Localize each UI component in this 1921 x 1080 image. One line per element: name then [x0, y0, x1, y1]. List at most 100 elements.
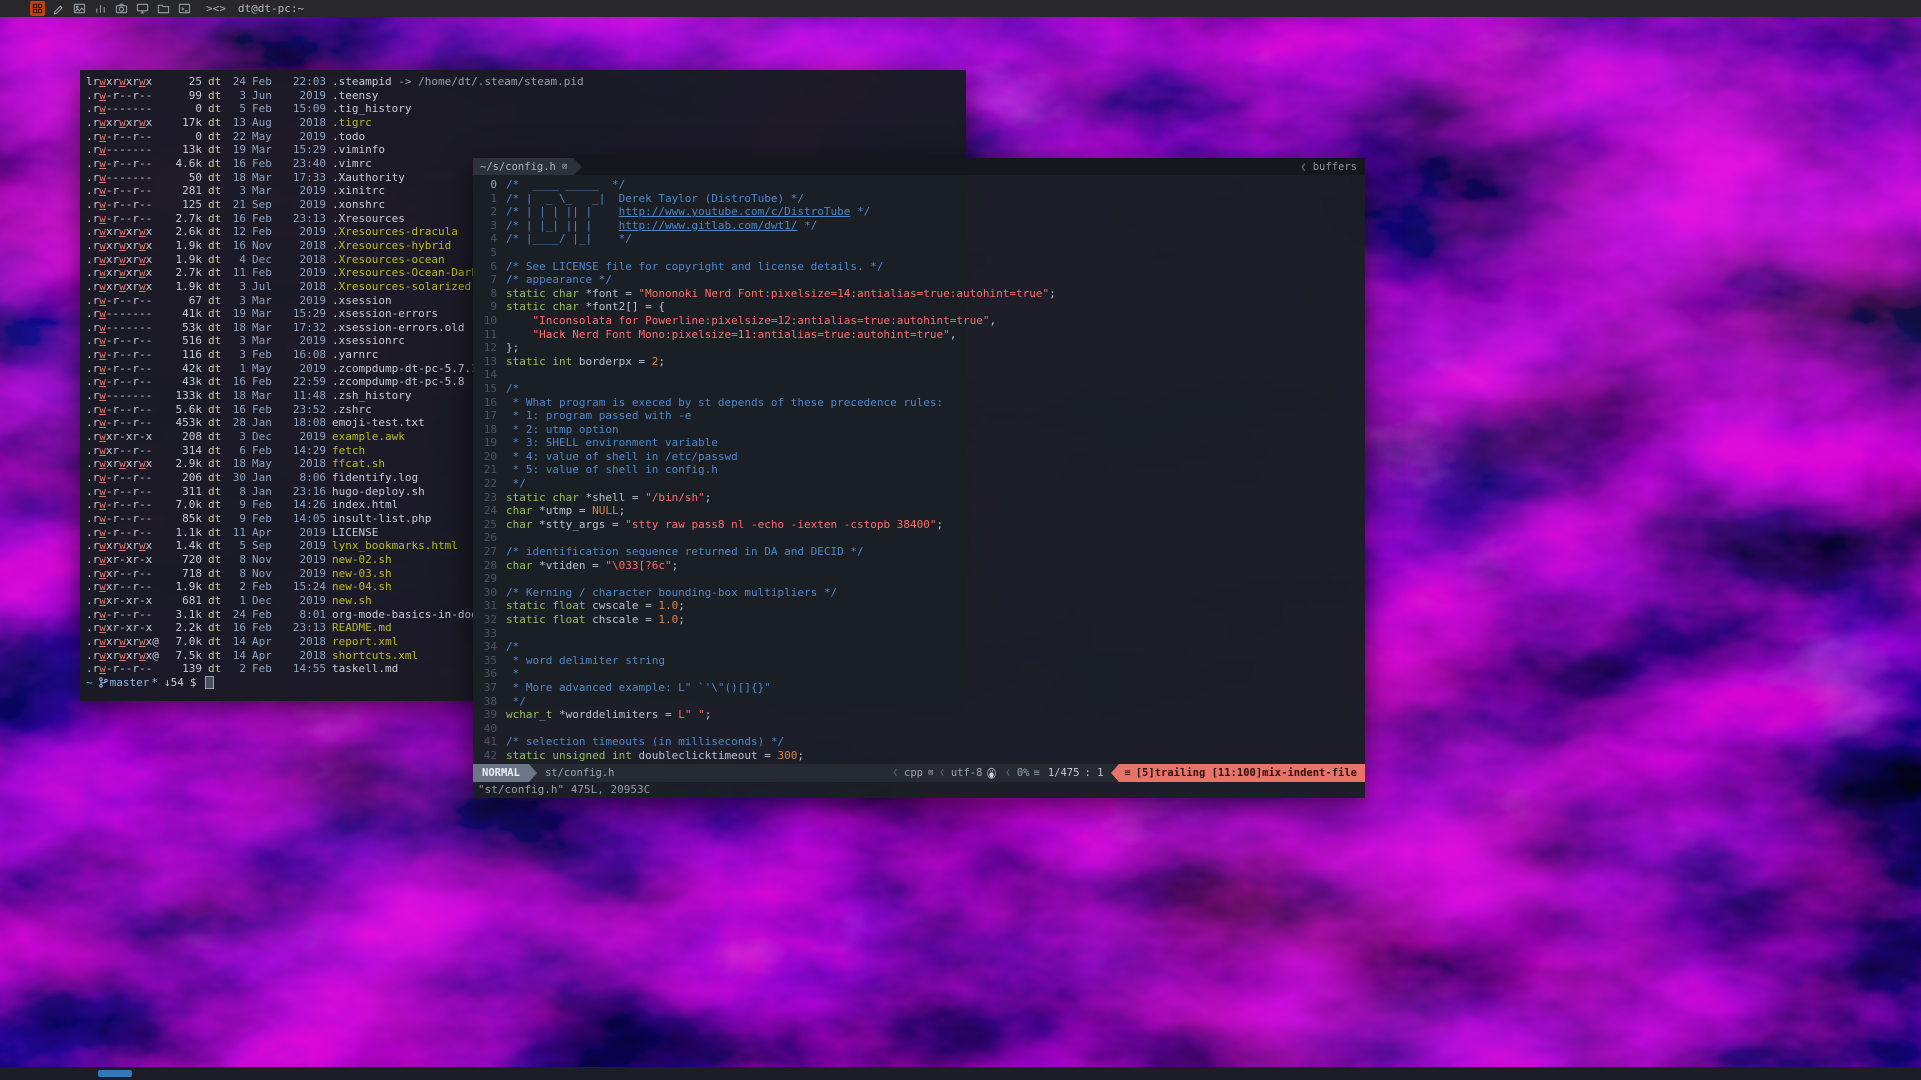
code-line: 6/* See LICENSE file for copyright and l… — [477, 260, 1365, 274]
lint-warnings: [5]trailing [11:100]mix-indent-file — [1136, 764, 1357, 782]
lines-icon: ≡ — [1034, 764, 1040, 782]
code-line: 24char *utmp = NULL; — [477, 504, 1365, 518]
code-line: 33 — [477, 627, 1365, 641]
filetype-label: cpp — [904, 764, 923, 782]
code-line: 7/* appearance */ — [477, 273, 1365, 287]
code-line: 14 — [477, 368, 1365, 382]
chevron-left-icon: ❮ — [939, 764, 944, 782]
code-line: 40 — [477, 722, 1365, 736]
code-line: 3/* | |_| || | http://www.gitlab.com/dwt… — [477, 219, 1365, 233]
file-row: .rw-r--r--0dt22May2019.todo — [86, 130, 966, 144]
code-line: 19 * 3: SHELL environment variable — [477, 436, 1365, 450]
camera-icon[interactable] — [114, 1, 129, 16]
code-line: 8static char *font = "Mononoki Nerd Font… — [477, 287, 1365, 301]
branch-star: * — [151, 676, 158, 690]
encoding-label: utf-8 — [951, 764, 983, 782]
code-line: 37 * More advanced example: L" `'\"()[]{… — [477, 681, 1365, 695]
file-name: .steampid -> /home/dt/.steam/steam.pid — [332, 75, 966, 89]
cursor-column: : 1 — [1084, 764, 1103, 782]
cursor-position: 1/475 — [1048, 764, 1080, 782]
lint-warning-segment: ≡ [5]trailing [11:100]mix-indent-file — [1119, 764, 1365, 782]
scroll-percent: 0% — [1017, 764, 1030, 782]
file-row: lrwxrwxrwx25dt24Feb22:03.steampid -> /ho… — [86, 75, 966, 89]
filetype-close-icon: ⊠ — [928, 764, 933, 782]
code-line: 12}; — [477, 341, 1365, 355]
fish-shell-glyph: ><> — [206, 2, 226, 15]
code-line: 25char *stty_args = "stty raw pass8 nl -… — [477, 518, 1365, 532]
code-line: 15/* — [477, 382, 1365, 396]
image-icon[interactable] — [72, 1, 87, 16]
code-line: 26 — [477, 531, 1365, 545]
code-line: 23static char *shell = "/bin/sh"; — [477, 491, 1365, 505]
apps-icon[interactable] — [30, 1, 45, 16]
git-branch-segment: master* — [99, 676, 158, 690]
code-line: 16 * What program is execed by st depend… — [477, 396, 1365, 410]
tab-close-icon[interactable]: ⊠ — [562, 162, 567, 172]
file-name: .tig_history — [332, 102, 966, 116]
code-line: 39wchar_t *worddelimiters = L" "; — [477, 708, 1365, 722]
code-line: 22 */ — [477, 477, 1365, 491]
code-line: 4/* |____/ |_| */ — [477, 232, 1365, 246]
folder-icon[interactable] — [156, 1, 171, 16]
branch-name: master — [110, 676, 150, 690]
code-line: 27/* identification sequence returned in… — [477, 545, 1365, 559]
vim-buffer[interactable]: 0/* ____ _____ */1/* | _ \_ _| Derek Tay… — [473, 175, 1365, 764]
hostname-label: dt@dt-pc:~ — [238, 2, 304, 15]
code-line: 30/* Kerning / character bounding-box mu… — [477, 586, 1365, 600]
chevron-left-icon: ❮ — [893, 764, 898, 782]
terminal-cursor — [205, 676, 214, 689]
tab-arrow-separator — [574, 159, 582, 175]
filetype-segment: cpp ⊠ — [904, 764, 933, 782]
display-icon[interactable] — [135, 1, 150, 16]
chevron-left-icon: ❮ — [1005, 764, 1010, 782]
code-line: 1/* | _ \_ _| Derek Taylor (DistroTube) … — [477, 192, 1365, 206]
code-line: 36 * — [477, 667, 1365, 681]
chart-icon[interactable] — [93, 1, 108, 16]
file-name: .tigrc — [332, 116, 966, 130]
code-line: 38 */ — [477, 695, 1365, 709]
bottom-bar-accent — [98, 1070, 132, 1077]
code-line: 35 * word delimiter string — [477, 654, 1365, 668]
vim-tabline: ~/s/config.h ⊠ ❮ buffers — [473, 158, 1365, 175]
vim-window[interactable]: ~/s/config.h ⊠ ❮ buffers 0/* ____ _____ … — [473, 158, 1365, 798]
bottom-bar — [0, 1067, 1921, 1080]
file-name: .todo — [332, 130, 966, 144]
code-line: 20 * 4: value of shell in /etc/passwd — [477, 450, 1365, 464]
pencil-icon[interactable] — [51, 1, 66, 16]
code-line: 0/* ____ _____ */ — [477, 178, 1365, 192]
warning-list-icon: ≡ — [1124, 764, 1130, 782]
code-line: 29 — [477, 572, 1365, 586]
buffers-label[interactable]: buffers — [1313, 161, 1357, 173]
file-row: .rw-------0dt5Feb15:09.tig_history — [86, 102, 966, 116]
code-line: 28char *vtiden = "\033[?6c"; — [477, 559, 1365, 573]
tab-filename: ~/s/config.h — [480, 161, 556, 173]
file-row: .rw-------13kdt19Mar15:29.viminfo — [86, 143, 966, 157]
vim-command-line: "st/config.h" 475L, 20953C — [473, 782, 1365, 798]
terminal-icon[interactable] — [177, 1, 192, 16]
vim-mode-indicator: NORMAL — [473, 764, 529, 782]
warning-separator — [1111, 764, 1119, 782]
tab-config-h[interactable]: ~/s/config.h ⊠ — [473, 158, 574, 175]
prompt-symbol: $ — [190, 676, 197, 690]
topbar-icon-row — [30, 1, 192, 16]
code-line: 34/* — [477, 640, 1365, 654]
git-branch-icon — [99, 677, 108, 688]
code-line: 2/* | | | || | http://www.youtube.com/c/… — [477, 205, 1365, 219]
file-row: .rwxrwxrwx17kdt13Aug2018.tigrc — [86, 116, 966, 130]
file-name: .viminfo — [332, 143, 966, 157]
code-line: 18 * 2: utmp option — [477, 423, 1365, 437]
code-line: 21 * 5: value of shell in config.h — [477, 463, 1365, 477]
code-line: 13static int borderpx = 2; — [477, 355, 1365, 369]
code-line: 10 "Inconsolata for Powerline:pixelsize=… — [477, 314, 1365, 328]
linux-penguin-icon — [986, 767, 997, 779]
code-line: 41/* selection timeouts (in milliseconds… — [477, 735, 1365, 749]
prompt-cwd: ~ — [86, 676, 93, 690]
system-topbar: ><> dt@dt-pc:~ — [0, 0, 1921, 17]
statusline-filename: st/config.h — [545, 764, 615, 782]
code-line: 17 * 1: program passed with -e — [477, 409, 1365, 423]
powerline-separator — [529, 764, 537, 782]
code-line: 5 — [477, 246, 1365, 260]
code-line: 31static float cwscale = 1.0; — [477, 599, 1365, 613]
code-line: 32static float chscale = 1.0; — [477, 613, 1365, 627]
code-line: 9static char *font2[] = { — [477, 300, 1365, 314]
